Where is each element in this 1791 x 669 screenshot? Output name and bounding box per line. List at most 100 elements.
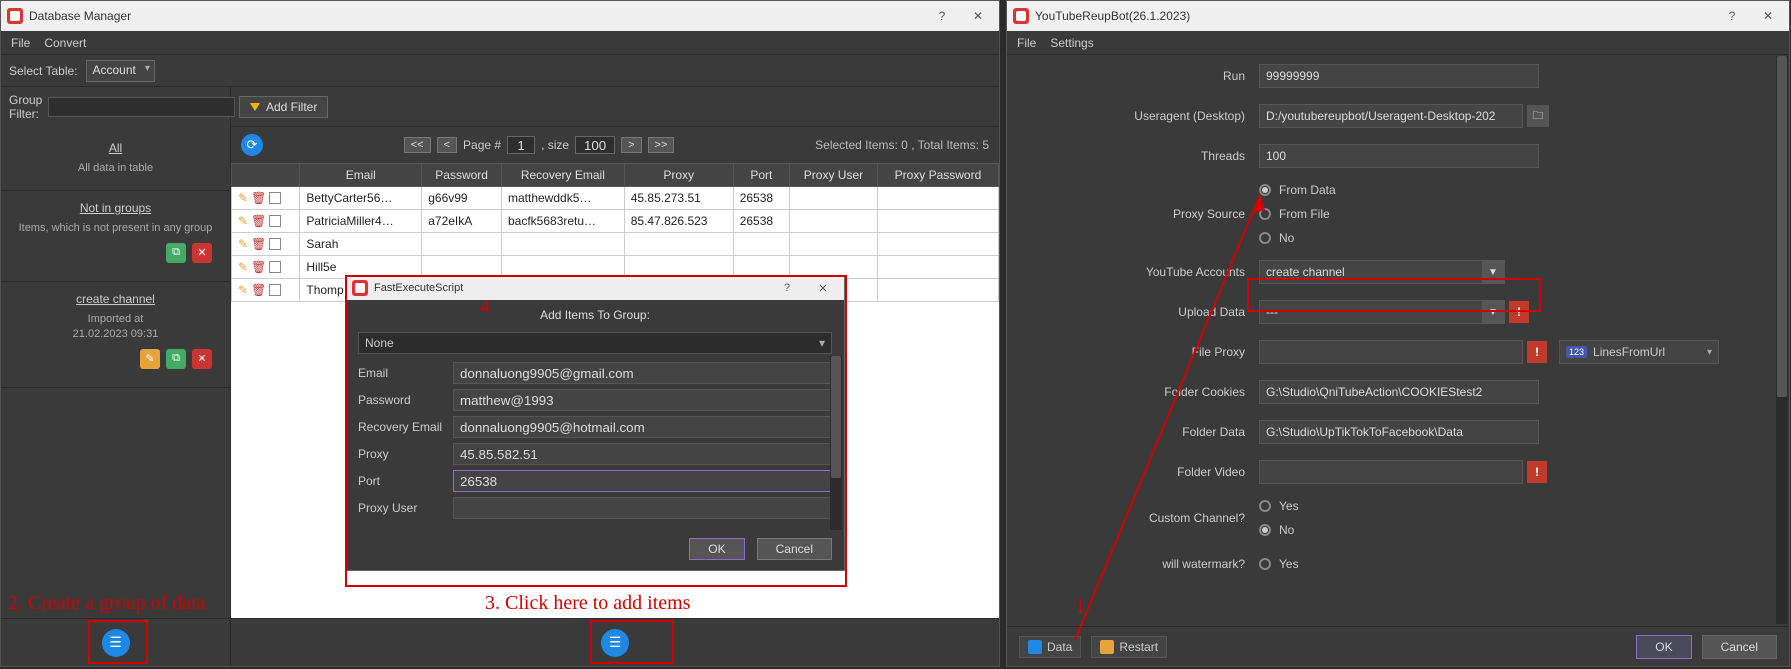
browse-icon[interactable]: 🗀 xyxy=(1527,105,1549,127)
radio-no[interactable]: No xyxy=(1259,523,1299,537)
ok-button[interactable]: OK xyxy=(1636,635,1691,659)
edit-icon[interactable]: ✎ xyxy=(140,349,160,369)
help-icon[interactable]: ? xyxy=(927,5,957,27)
file-proxy-input[interactable] xyxy=(1266,345,1516,359)
edit-icon[interactable]: ✎ xyxy=(238,237,248,251)
radio-from-data[interactable]: From Data xyxy=(1259,183,1336,197)
edit-icon[interactable]: ✎ xyxy=(238,283,248,297)
radio-no[interactable]: No xyxy=(1259,231,1336,245)
sidebar-item-not-in-groups[interactable]: Not in groups Items, which is not presen… xyxy=(1,191,230,281)
dlg-password-input[interactable] xyxy=(453,389,832,411)
data-button[interactable]: Data xyxy=(1019,636,1081,658)
select-table-dropdown[interactable]: Account xyxy=(86,60,155,82)
radio-yes[interactable]: Yes xyxy=(1259,557,1299,571)
radio-yes[interactable]: Yes xyxy=(1259,499,1299,513)
table-row[interactable]: ✎🗑PatriciaMiller4…a72eIkAbacfk5683retu…8… xyxy=(232,210,999,233)
list-icon[interactable]: ☰ xyxy=(601,629,629,657)
delete-icon[interactable]: 🗑 xyxy=(251,260,266,274)
page-number-input[interactable] xyxy=(507,136,535,154)
youtubereupbot-window: YouTubeReupBot(26.1.2023) ? ✕ File Setti… xyxy=(1006,0,1790,667)
dlg-port-input[interactable] xyxy=(453,470,832,492)
column-header[interactable]: Recovery Email xyxy=(502,164,625,187)
edit-icon[interactable]: ✎ xyxy=(238,214,248,228)
help-icon[interactable]: ? xyxy=(1717,5,1747,27)
dlg-proxy-user-input[interactable] xyxy=(453,497,832,519)
menubar: File Settings xyxy=(1007,31,1789,55)
column-header[interactable]: Proxy User xyxy=(790,164,878,187)
group-filter-label: Group Filter: xyxy=(9,93,42,121)
delete-icon[interactable]: 🗑 xyxy=(251,237,266,251)
folder-cookies-input[interactable] xyxy=(1266,385,1532,399)
menu-file[interactable]: File xyxy=(1017,36,1036,50)
table-row[interactable]: ✎🗑Sarah xyxy=(232,233,999,256)
delete-icon[interactable]: ✕ xyxy=(192,349,212,369)
threads-input[interactable] xyxy=(1266,149,1532,163)
folder-data-input[interactable] xyxy=(1266,425,1532,439)
checkbox[interactable] xyxy=(269,261,281,273)
close-icon[interactable]: ✕ xyxy=(808,277,838,299)
cell: 45.85.273.51 xyxy=(624,187,733,210)
radio-from-file[interactable]: From File xyxy=(1259,207,1336,221)
copy-icon[interactable]: ⧉ xyxy=(166,349,186,369)
column-header[interactable]: Email xyxy=(300,164,422,187)
checkbox[interactable] xyxy=(269,284,281,296)
list-icon[interactable]: ☰ xyxy=(102,629,130,657)
menu-convert[interactable]: Convert xyxy=(44,36,86,50)
sidebar-item-create-channel[interactable]: create channel Imported at 21.02.2023 09… xyxy=(1,282,230,388)
checkbox[interactable] xyxy=(269,215,281,227)
menu-file[interactable]: File xyxy=(11,36,30,50)
cell: matthewddk5… xyxy=(502,187,625,210)
dialog-scrollbar[interactable] xyxy=(830,356,842,530)
column-header[interactable]: Password xyxy=(422,164,502,187)
refresh-icon[interactable]: ⟳ xyxy=(241,134,263,156)
menu-settings[interactable]: Settings xyxy=(1050,36,1093,50)
column-header[interactable]: Proxy Password xyxy=(877,164,998,187)
sidebar-cc-link[interactable]: create channel xyxy=(76,292,155,306)
sidebar-item-all[interactable]: All All data in table xyxy=(1,131,230,191)
column-header[interactable]: Proxy xyxy=(624,164,733,187)
lines-from-url-select[interactable]: 123 LinesFromUrl xyxy=(1559,340,1719,364)
table-row[interactable]: ✎🗑BettyCarter56…g66v99matthewddk5…45.85.… xyxy=(232,187,999,210)
ok-button[interactable]: OK xyxy=(689,538,744,560)
cancel-button[interactable]: Cancel xyxy=(757,538,832,560)
scrollbar[interactable] xyxy=(1776,56,1788,624)
edit-icon[interactable]: ✎ xyxy=(238,191,248,205)
close-icon[interactable]: ✕ xyxy=(1753,5,1783,27)
dlg-proxy-input[interactable] xyxy=(453,443,832,465)
youtube-accounts-select[interactable]: create channel▼ xyxy=(1259,260,1505,284)
dlg-recovery-input[interactable] xyxy=(453,416,832,438)
delete-icon[interactable]: ✕ xyxy=(192,243,212,263)
edit-icon[interactable]: ✎ xyxy=(238,260,248,274)
column-header[interactable]: Port xyxy=(733,164,789,187)
upload-data-select[interactable]: ---▼ xyxy=(1259,300,1505,324)
column-header[interactable] xyxy=(232,164,300,187)
cancel-button[interactable]: Cancel xyxy=(1702,635,1777,659)
titlebar: Database Manager ? ✕ xyxy=(1,1,999,31)
page-next-button[interactable]: > xyxy=(621,137,641,153)
folder-video-input[interactable] xyxy=(1266,465,1516,479)
page-first-button[interactable]: << xyxy=(404,137,431,153)
cell: 26538 xyxy=(733,187,789,210)
add-filter-button[interactable]: Add Filter xyxy=(239,96,328,118)
sidebar-nig-link[interactable]: Not in groups xyxy=(80,201,151,215)
useragent-input[interactable] xyxy=(1266,109,1516,123)
delete-icon[interactable]: 🗑 xyxy=(251,283,266,297)
checkbox[interactable] xyxy=(269,192,281,204)
copy-icon[interactable]: ⧉ xyxy=(166,243,186,263)
sidebar-all-link[interactable]: All xyxy=(109,141,122,155)
close-icon[interactable]: ✕ xyxy=(963,5,993,27)
group-filter-input[interactable] xyxy=(48,97,235,117)
custom-channel-radios: Yes No xyxy=(1259,499,1299,537)
restart-button[interactable]: Restart xyxy=(1091,636,1167,658)
run-input[interactable] xyxy=(1266,69,1532,83)
delete-icon[interactable]: 🗑 xyxy=(251,214,266,228)
help-icon[interactable]: ? xyxy=(772,277,802,299)
group-combo[interactable]: None xyxy=(358,332,832,354)
dlg-email-input[interactable] xyxy=(453,362,832,384)
checkbox[interactable] xyxy=(269,238,281,250)
page-last-button[interactable]: >> xyxy=(648,137,675,153)
app-icon xyxy=(7,8,23,24)
page-prev-button[interactable]: < xyxy=(437,137,457,153)
delete-icon[interactable]: 🗑 xyxy=(251,191,266,205)
page-size-input[interactable] xyxy=(575,136,615,154)
